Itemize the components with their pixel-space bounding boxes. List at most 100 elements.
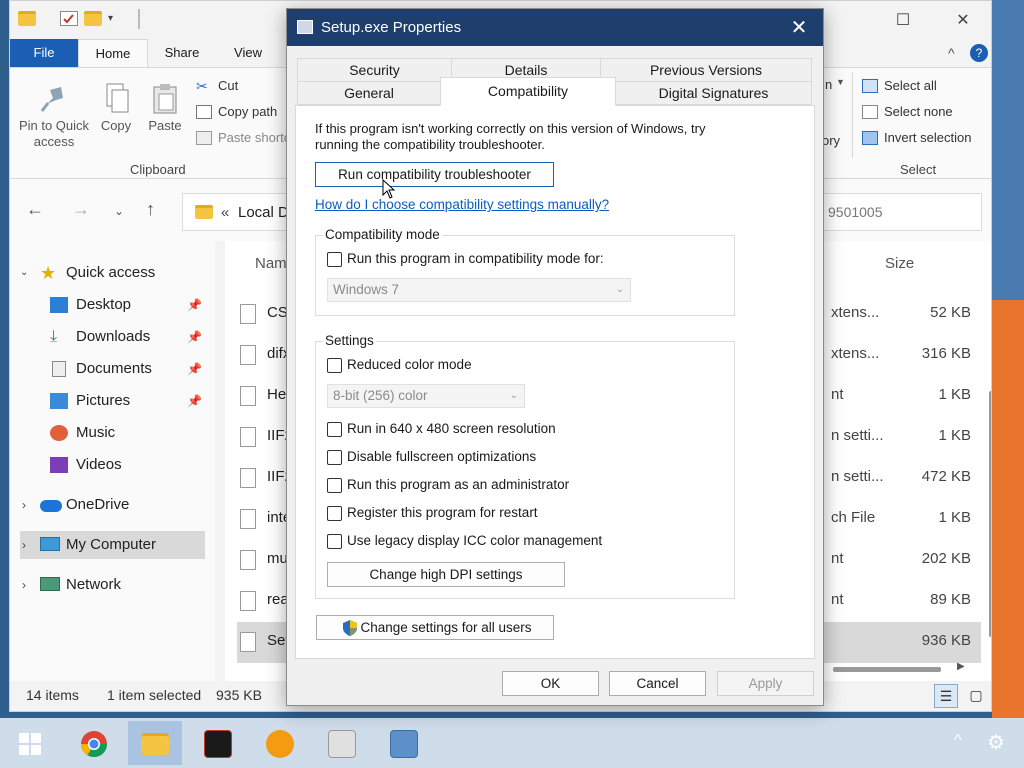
apply-button[interactable]: Apply	[717, 671, 814, 696]
register-restart-label: Register this program for restart	[347, 505, 538, 520]
invert-selection-button[interactable]: Invert selection	[862, 128, 971, 148]
select-all-button[interactable]: Select all	[862, 76, 937, 96]
color-mode-select[interactable]: 8-bit (256) color ⌄	[327, 384, 525, 408]
nav-item-my-computer[interactable]: › My Computer	[20, 531, 205, 559]
tab-previous-versions[interactable]: Previous Versions	[600, 58, 812, 82]
file-size: 52 KB	[930, 304, 971, 321]
tab-home[interactable]: Home	[78, 39, 148, 67]
paste-label: Paste	[148, 118, 182, 133]
nav-label: OneDrive	[66, 496, 130, 513]
3dp-chip-taskbar-button[interactable]	[254, 721, 304, 765]
breadcrumb-overflow[interactable]: «	[221, 204, 229, 221]
star-icon: ★	[40, 263, 57, 283]
nav-item-network[interactable]: › Network	[20, 571, 210, 599]
intro-text: If this program isn't working correctly …	[315, 121, 706, 152]
nav-item-videos[interactable]: Videos	[50, 451, 202, 479]
pin-label: Pin to Quick access	[18, 118, 90, 149]
file-size: 472 KB	[921, 468, 971, 485]
properties-checklist-icon[interactable]	[60, 11, 78, 26]
back-arrow-icon[interactable]: ←	[26, 199, 44, 220]
close-window-button[interactable]: ✕	[940, 9, 986, 33]
ryzen-master-icon	[204, 730, 232, 758]
paste-shortcut-button[interactable]: Paste shortc	[196, 128, 290, 148]
forward-arrow-icon[interactable]: →	[72, 199, 90, 220]
cut-button[interactable]: ✂ Cut	[196, 76, 238, 96]
help-icon[interactable]: ?	[970, 44, 988, 62]
music-icon	[50, 425, 68, 441]
ryzen-master-taskbar-button[interactable]	[192, 721, 242, 765]
start-icon	[19, 733, 41, 755]
change-high-dpi-button[interactable]: Change high DPI settings	[327, 562, 565, 587]
usb-drive-taskbar-button[interactable]	[316, 721, 366, 765]
nav-item-desktop[interactable]: Desktop 📌	[50, 291, 202, 319]
nav-label: Downloads	[76, 328, 151, 345]
reduced-color-checkbox[interactable]	[327, 358, 342, 373]
partial-ribbon-history: ory	[822, 133, 841, 148]
file-icon	[240, 386, 256, 406]
horizontal-scrollbar[interactable]	[833, 667, 941, 672]
setup-exe-icon	[240, 632, 256, 652]
tab-compatibility[interactable]: Compatibility	[440, 77, 616, 106]
chevron-down-icon: ⌄	[509, 390, 518, 401]
tab-view[interactable]: View	[224, 39, 272, 67]
maximize-button[interactable]: ☐	[880, 9, 926, 33]
tab-digital-signatures[interactable]: Digital Signatures	[615, 81, 812, 105]
recent-locations-chevron-icon[interactable]: ⌄	[114, 204, 124, 218]
new-folder-icon[interactable]	[84, 11, 102, 26]
nav-item-music[interactable]: Music	[50, 419, 202, 447]
gear-icon[interactable]: ⚙	[987, 730, 1005, 755]
nav-item-downloads[interactable]: ⤓ Downloads 📌	[50, 323, 202, 351]
tab-general[interactable]: General	[297, 81, 441, 105]
legacy-icc-label: Use legacy display ICC color management	[347, 533, 603, 548]
copy-button[interactable]: Copy	[96, 82, 136, 134]
chrome-taskbar-button[interactable]	[68, 721, 118, 765]
breadcrumb-local-disk[interactable]: Local D	[238, 204, 289, 221]
partial-ribbon-text: n	[825, 77, 833, 92]
file-size: 1 KB	[938, 386, 971, 403]
pin-to-quick-access-button[interactable]: Pin to Quick access	[16, 82, 92, 150]
collapse-ribbon-chevron-icon[interactable]: ^	[948, 45, 955, 61]
tab-file[interactable]: File	[10, 39, 78, 67]
copy-path-button[interactable]: Copy path	[196, 102, 277, 122]
pinned-icon: 📌	[187, 298, 202, 312]
details-view-icon[interactable]: ☰	[934, 684, 958, 708]
nav-item-documents[interactable]: Documents 📌	[50, 355, 202, 383]
network-setup-taskbar-button[interactable]	[378, 721, 428, 765]
select-none-button[interactable]: Select none	[862, 102, 953, 122]
large-icons-view-icon[interactable]: ▢	[964, 684, 988, 708]
dialog-close-icon[interactable]: ✕	[785, 15, 813, 40]
res640-checkbox[interactable]	[327, 422, 342, 437]
tab-share[interactable]: Share	[158, 39, 206, 67]
file-explorer-taskbar-button[interactable]	[128, 721, 182, 765]
pinned-icon: 📌	[187, 394, 202, 408]
search-box-partial[interactable]: 9501005	[828, 204, 883, 220]
scroll-right-arrow-icon[interactable]: ▶	[957, 661, 965, 672]
show-hidden-icons-chevron-icon[interactable]: ^	[954, 732, 962, 750]
change-settings-all-users-button[interactable]: Change settings for all users	[316, 615, 554, 640]
cancel-button[interactable]: Cancel	[609, 671, 706, 696]
register-restart-checkbox[interactable]	[327, 506, 342, 521]
nav-item-quick-access[interactable]: ⌄ ★ Quick access	[20, 259, 210, 287]
ok-button[interactable]: OK	[502, 671, 599, 696]
customize-quick-access-chevron-icon[interactable]: ▾	[108, 13, 120, 28]
legacy-icc-checkbox[interactable]	[327, 534, 342, 549]
paste-button[interactable]: Paste	[144, 82, 186, 134]
start-button[interactable]	[5, 721, 55, 765]
chevron-down-icon: ⌄	[615, 284, 624, 295]
compat-os-select[interactable]: Windows 7 ⌄	[327, 278, 631, 302]
select-all-icon	[862, 79, 878, 93]
nav-item-pictures[interactable]: Pictures 📌	[50, 387, 202, 415]
disable-fullscreen-checkbox[interactable]	[327, 450, 342, 465]
tab-security[interactable]: Security	[297, 58, 452, 82]
compat-mode-checkbox[interactable]	[327, 252, 342, 267]
run-admin-checkbox[interactable]	[327, 478, 342, 493]
vertical-scrollbar[interactable]	[989, 391, 991, 637]
cut-label: Cut	[218, 78, 239, 93]
pinned-icon: 📌	[187, 362, 202, 376]
compatibility-help-link[interactable]: How do I choose compatibility settings m…	[315, 197, 609, 212]
column-header-size[interactable]: Size	[885, 255, 914, 272]
nav-item-onedrive[interactable]: › OneDrive	[20, 491, 210, 519]
res640-label: Run in 640 x 480 screen resolution	[347, 421, 556, 436]
up-arrow-icon[interactable]: ↑	[146, 199, 155, 220]
run-troubleshooter-button[interactable]: Run compatibility troubleshooter	[315, 162, 554, 187]
